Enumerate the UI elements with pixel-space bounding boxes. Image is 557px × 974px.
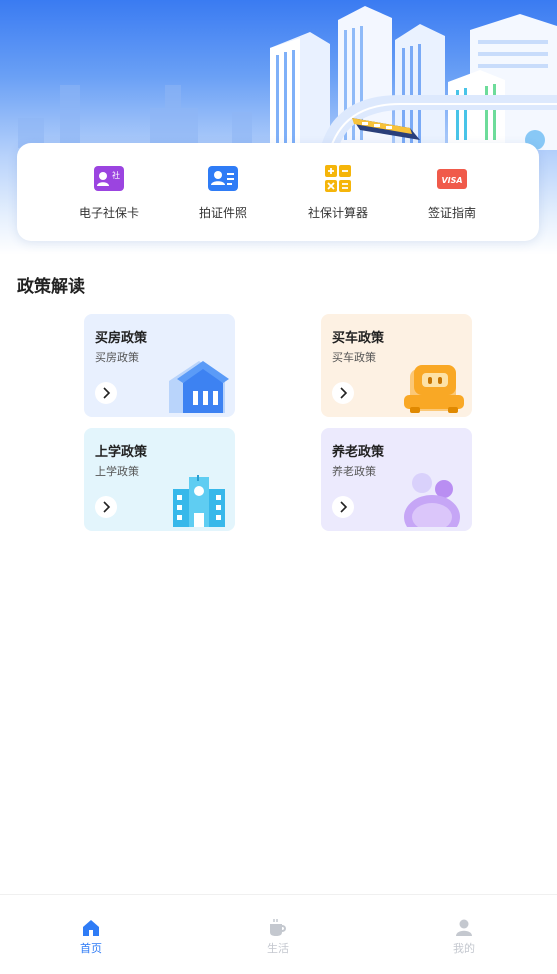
policy-title: 上学政策 <box>95 445 148 460</box>
policy-card-school[interactable]: 上学政策 上学政策 <box>84 428 235 531</box>
section-title: 政策解读 <box>17 277 85 297</box>
school-icon <box>169 475 229 531</box>
visa-icon: VISA <box>437 165 467 193</box>
calculator-icon <box>323 165 353 193</box>
chevron-right-icon[interactable] <box>332 496 354 518</box>
social-security-card-icon: 社 <box>94 165 124 193</box>
policy-title: 养老政策 <box>332 445 385 460</box>
policy-subtitle: 买车政策 <box>332 351 376 364</box>
quick-action-label: 社保计算器 <box>307 206 368 220</box>
policy-subtitle: 上学政策 <box>95 465 139 478</box>
user-icon <box>454 918 474 938</box>
policy-title: 买房政策 <box>95 331 148 346</box>
policy-subtitle: 养老政策 <box>332 465 376 478</box>
quick-action-label: 电子社保卡 <box>78 206 139 220</box>
quick-action-calculator[interactable]: 社保计算器 <box>283 143 393 241</box>
tab-mine[interactable]: 我的 <box>424 913 504 957</box>
tab-label: 首页 <box>80 942 102 955</box>
tab-life[interactable]: 生活 <box>238 913 318 957</box>
visa-badge-text: VISA <box>441 176 462 185</box>
bottom-tab-bar: 首页 生活 我的 <box>0 894 557 974</box>
quick-action-visa-guide[interactable]: VISA 签证指南 <box>397 143 507 241</box>
policy-subtitle: 买房政策 <box>95 351 139 364</box>
quick-action-social-security-card[interactable]: 社 电子社保卡 <box>54 143 164 241</box>
house-icon <box>163 357 229 417</box>
policy-card-car[interactable]: 买车政策 买车政策 <box>321 314 472 417</box>
policy-title: 买车政策 <box>332 331 385 346</box>
chevron-right-icon[interactable] <box>95 382 117 404</box>
id-photo-icon <box>208 165 238 193</box>
car-icon <box>404 361 466 417</box>
policy-card-house[interactable]: 买房政策 买房政策 <box>84 314 235 417</box>
cup-icon <box>268 918 288 938</box>
quick-actions-card: 社 电子社保卡 拍证件照 社保计算器 VISA 签证指南 <box>17 143 539 241</box>
home-icon <box>81 918 101 938</box>
quick-action-id-photo[interactable]: 拍证件照 <box>168 143 278 241</box>
chevron-right-icon[interactable] <box>332 382 354 404</box>
quick-action-label: 拍证件照 <box>198 206 247 220</box>
policy-card-elderly[interactable]: 养老政策 养老政策 <box>321 428 472 531</box>
card-icon-text: 社 <box>112 170 120 180</box>
tab-home[interactable]: 首页 <box>51 913 131 957</box>
chevron-right-icon[interactable] <box>95 496 117 518</box>
tab-label: 生活 <box>267 942 289 955</box>
tab-label: 我的 <box>453 942 475 955</box>
elderly-icon <box>402 471 466 531</box>
quick-action-label: 签证指南 <box>427 206 476 220</box>
